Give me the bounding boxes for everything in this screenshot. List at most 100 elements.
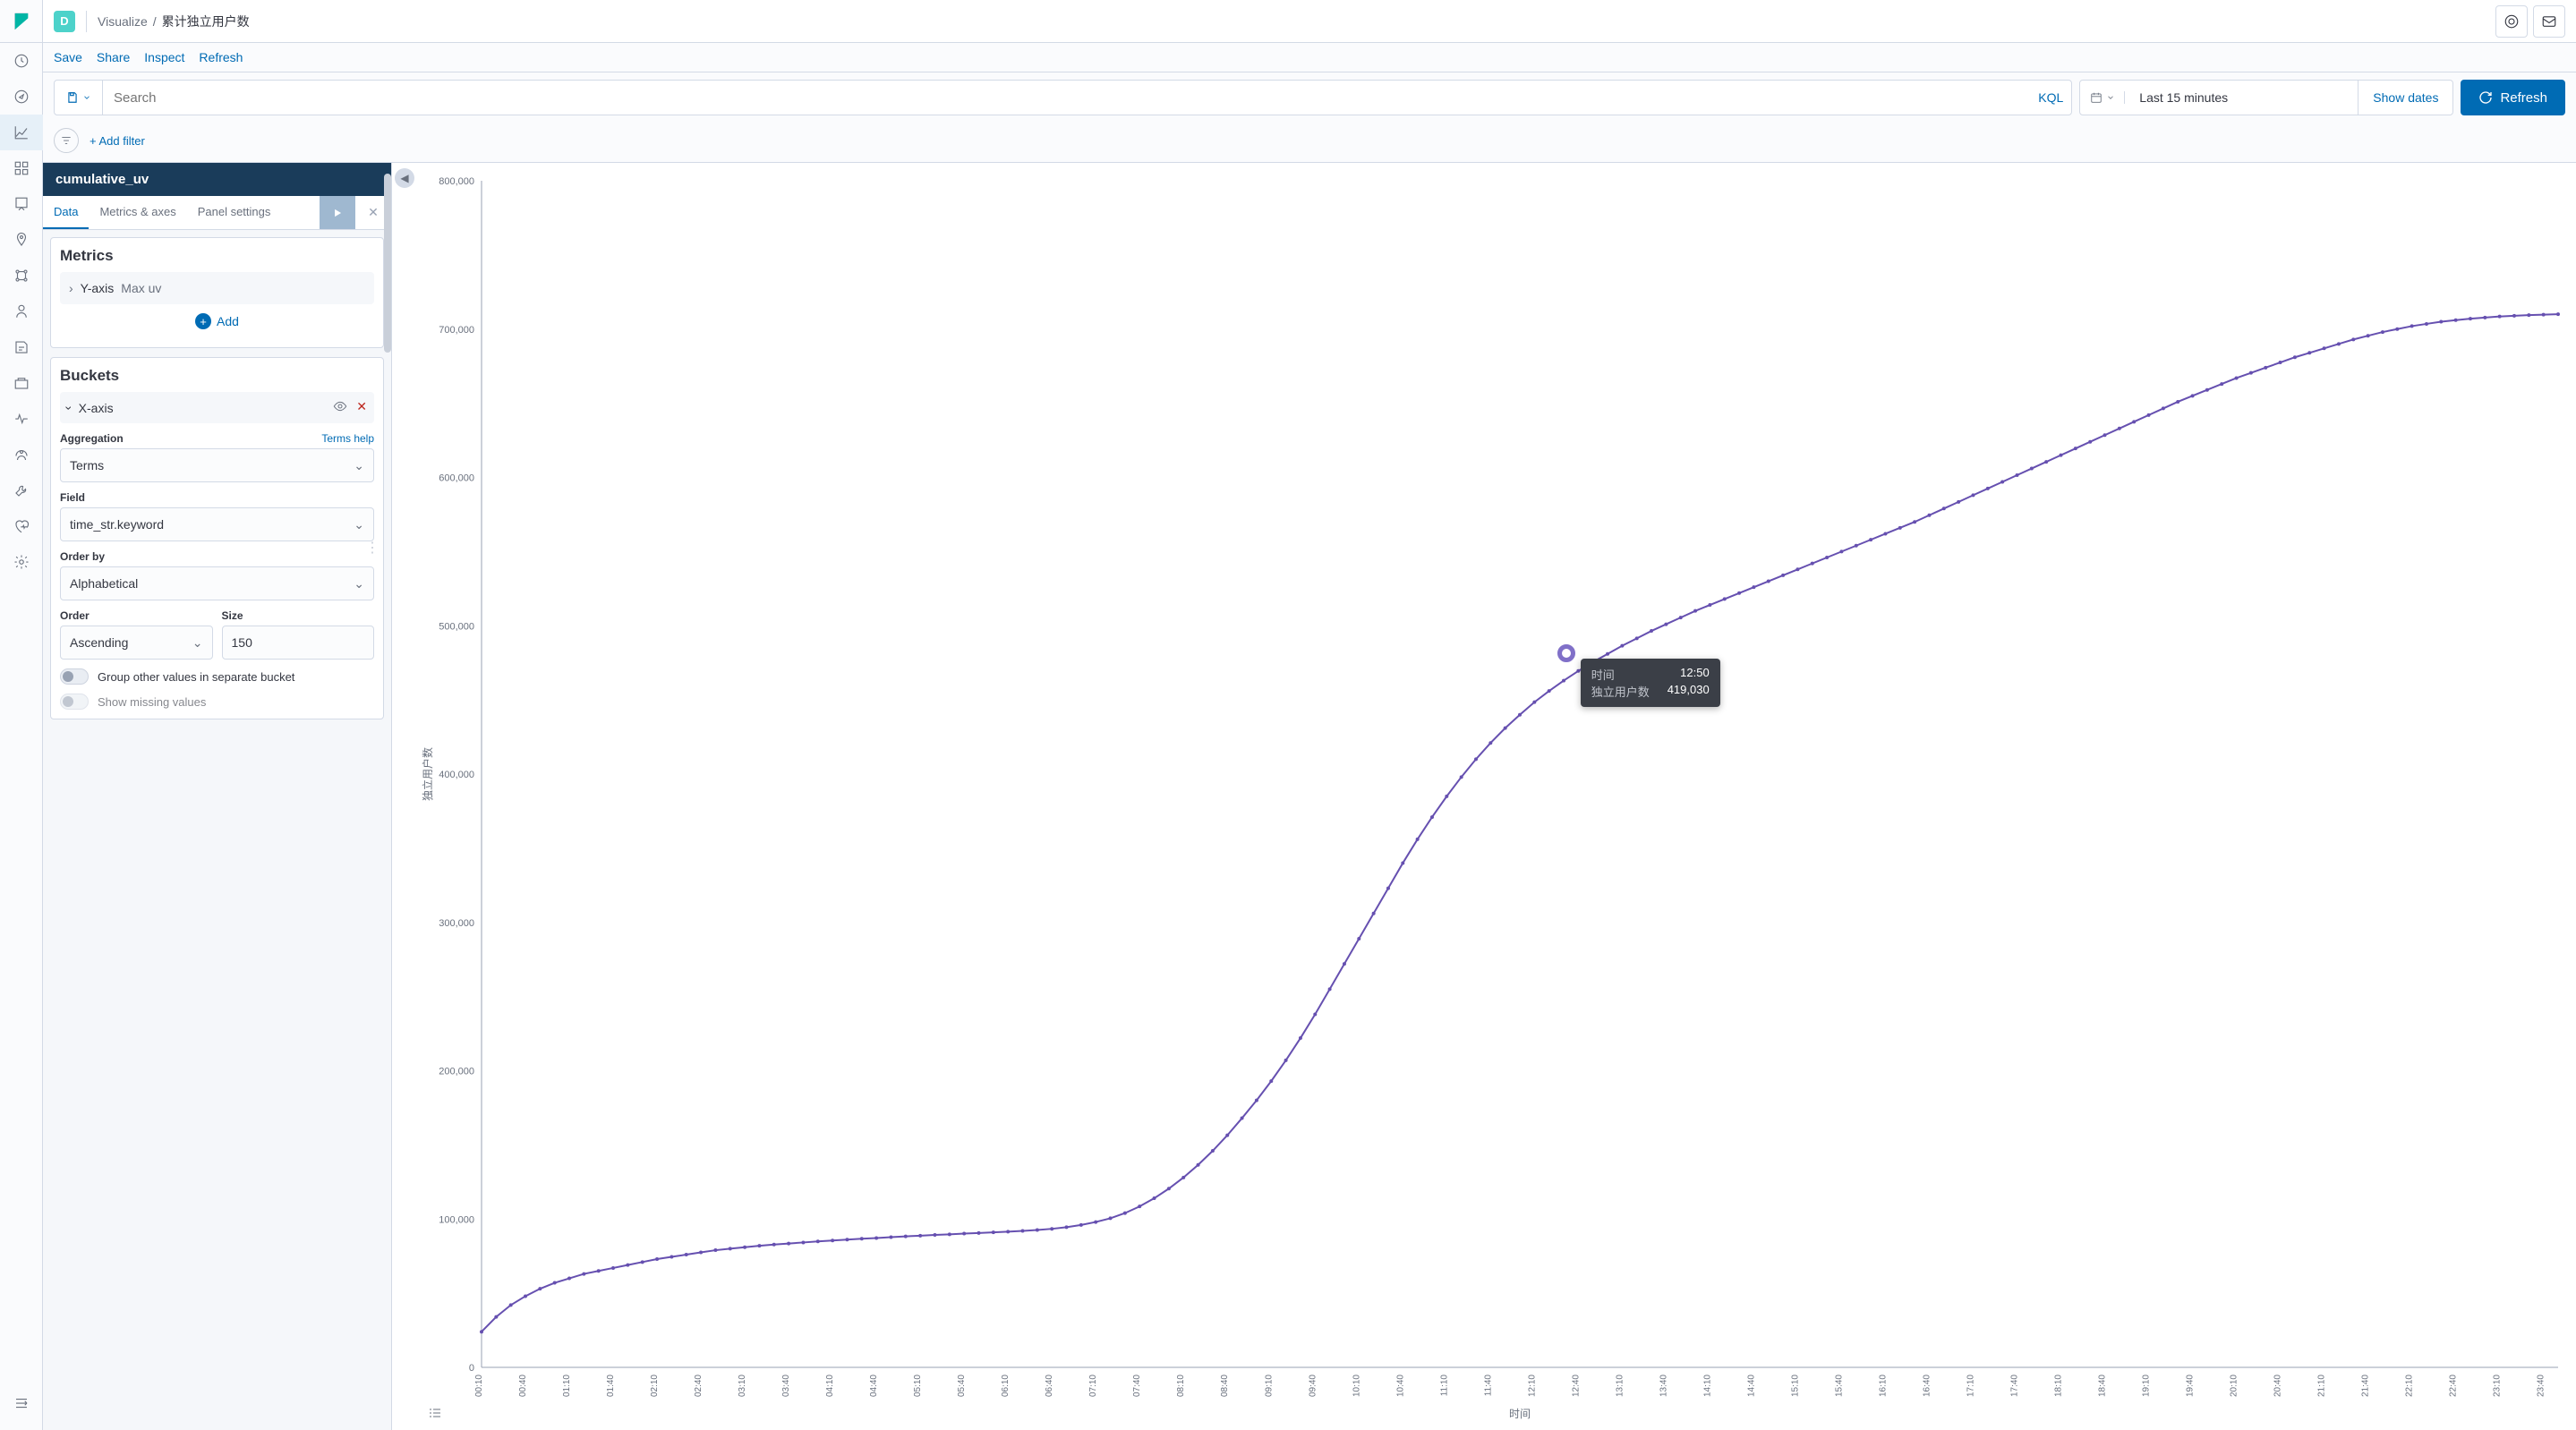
filter-options-icon[interactable] xyxy=(54,128,79,153)
svg-text:00:40: 00:40 xyxy=(518,1375,528,1397)
svg-text:09:40: 09:40 xyxy=(1308,1375,1318,1397)
kibana-logo[interactable] xyxy=(0,0,43,43)
breadcrumb: Visualize / 累计独立用户数 xyxy=(98,13,250,30)
tab-data[interactable]: Data xyxy=(43,196,89,229)
nav-recent-icon[interactable] xyxy=(0,43,43,79)
metrics-title: Metrics xyxy=(60,247,374,265)
delete-bucket-icon[interactable]: ✕ xyxy=(356,399,367,416)
nav-discover-icon[interactable] xyxy=(0,79,43,115)
svg-text:13:40: 13:40 xyxy=(1659,1375,1668,1397)
space-badge[interactable]: D xyxy=(54,11,75,32)
svg-text:独立用户数: 独立用户数 xyxy=(421,747,434,801)
svg-text:15:10: 15:10 xyxy=(1790,1375,1800,1397)
chart-tooltip: 时间12:50 独立用户数419,030 xyxy=(1581,659,1720,707)
nav-siem-icon[interactable] xyxy=(0,437,43,472)
nav-canvas-icon[interactable] xyxy=(0,186,43,222)
kql-toggle[interactable]: KQL xyxy=(2030,81,2071,115)
nav-metrics-icon[interactable] xyxy=(0,294,43,329)
breadcrumb-current: 累计独立用户数 xyxy=(162,13,250,30)
inspect-link[interactable]: Inspect xyxy=(144,50,184,64)
svg-text:600,000: 600,000 xyxy=(439,473,474,484)
nav-devtools-icon[interactable] xyxy=(0,472,43,508)
legend-toggle-icon[interactable] xyxy=(428,1406,442,1423)
date-range-label[interactable]: Last 15 minutes xyxy=(2125,90,2358,105)
svg-text:06:40: 06:40 xyxy=(1045,1375,1054,1397)
nav-logs-icon[interactable] xyxy=(0,329,43,365)
share-link[interactable]: Share xyxy=(97,50,130,64)
svg-text:21:10: 21:10 xyxy=(2317,1375,2327,1397)
nav-monitoring-icon[interactable] xyxy=(0,508,43,544)
side-nav xyxy=(0,0,43,1430)
svg-text:19:40: 19:40 xyxy=(2186,1375,2196,1397)
terms-help-link[interactable]: Terms help xyxy=(321,432,374,445)
action-bar: Save Share Inspect Refresh xyxy=(43,43,2576,72)
date-quick-button[interactable] xyxy=(2080,91,2125,104)
field-select[interactable]: time_str.keyword⌄ xyxy=(60,507,374,541)
search-input[interactable] xyxy=(103,81,2030,115)
svg-text:300,000: 300,000 xyxy=(439,918,474,929)
buckets-title: Buckets xyxy=(60,367,374,385)
svg-text:03:40: 03:40 xyxy=(781,1375,791,1397)
newsfeed-icon[interactable] xyxy=(2533,5,2565,38)
drag-handle-icon[interactable]: ⋮ xyxy=(365,539,380,557)
save-link[interactable]: Save xyxy=(54,50,82,64)
svg-text:22:40: 22:40 xyxy=(2449,1375,2459,1397)
size-input[interactable]: 150 xyxy=(222,626,375,660)
toggle-visibility-icon[interactable] xyxy=(333,399,347,416)
svg-text:14:40: 14:40 xyxy=(1746,1375,1756,1397)
order-select[interactable]: Ascending⌄ xyxy=(60,626,213,660)
saved-query-button[interactable] xyxy=(55,81,103,115)
svg-text:05:40: 05:40 xyxy=(957,1375,967,1397)
top-bar: D Visualize / 累计独立用户数 xyxy=(43,0,2576,43)
refresh-button[interactable]: Refresh xyxy=(2461,80,2565,115)
show-missing-toggle[interactable] xyxy=(60,694,89,710)
nav-dashboard-icon[interactable] xyxy=(0,150,43,186)
apply-changes-button[interactable] xyxy=(320,196,355,229)
svg-text:800,000: 800,000 xyxy=(439,176,474,187)
query-bar: KQL xyxy=(54,80,2072,115)
buckets-panel: ⋮ Buckets › X-axis ✕ AggregationTerms he… xyxy=(50,357,384,719)
refresh-link[interactable]: Refresh xyxy=(199,50,243,64)
svg-text:19:10: 19:10 xyxy=(2142,1375,2152,1397)
svg-text:10:40: 10:40 xyxy=(1395,1375,1405,1397)
svg-text:12:40: 12:40 xyxy=(1571,1375,1581,1397)
tab-metrics-axes[interactable]: Metrics & axes xyxy=(89,196,186,229)
editor-panel: ◀ cumulative_uv Data Metrics & axes Pane… xyxy=(43,163,392,1430)
line-chart[interactable]: 0100,000200,000300,000400,000500,000600,… xyxy=(419,172,2567,1421)
breadcrumb-section[interactable]: Visualize xyxy=(98,14,148,29)
svg-text:18:10: 18:10 xyxy=(2054,1375,2064,1397)
nav-visualize-icon[interactable] xyxy=(0,115,43,150)
nav-management-icon[interactable] xyxy=(0,544,43,580)
show-dates-button[interactable]: Show dates xyxy=(2358,81,2452,115)
svg-text:200,000: 200,000 xyxy=(439,1067,474,1077)
nav-maps-icon[interactable] xyxy=(0,222,43,258)
svg-text:23:10: 23:10 xyxy=(2493,1375,2503,1397)
svg-text:07:40: 07:40 xyxy=(1132,1375,1142,1397)
svg-text:00:10: 00:10 xyxy=(474,1375,484,1397)
svg-text:14:10: 14:10 xyxy=(1702,1375,1712,1397)
xaxis-bucket-row[interactable]: › X-axis ✕ xyxy=(60,392,374,423)
aggregation-select[interactable]: Terms⌄ xyxy=(60,448,374,482)
tab-panel-settings[interactable]: Panel settings xyxy=(187,196,282,229)
svg-text:18:40: 18:40 xyxy=(2098,1375,2108,1397)
add-filter-button[interactable]: + Add filter xyxy=(90,134,145,148)
nav-apm-icon[interactable] xyxy=(0,365,43,401)
nav-expand-icon[interactable] xyxy=(0,1385,43,1421)
svg-text:20:10: 20:10 xyxy=(2230,1375,2239,1397)
chart-area: 0100,000200,000300,000400,000500,000600,… xyxy=(392,163,2576,1430)
svg-text:13:10: 13:10 xyxy=(1615,1375,1625,1397)
group-other-toggle[interactable] xyxy=(60,668,89,685)
svg-text:22:10: 22:10 xyxy=(2405,1375,2415,1397)
svg-text:11:40: 11:40 xyxy=(1483,1375,1493,1397)
svg-text:16:40: 16:40 xyxy=(1922,1375,1932,1397)
svg-text:100,000: 100,000 xyxy=(439,1214,474,1225)
help-icon[interactable] xyxy=(2495,5,2528,38)
chart-highlight-point xyxy=(1557,644,1575,662)
orderby-select[interactable]: Alphabetical⌄ xyxy=(60,566,374,600)
nav-ml-icon[interactable] xyxy=(0,258,43,294)
nav-uptime-icon[interactable] xyxy=(0,401,43,437)
editor-scrollbar[interactable] xyxy=(384,174,391,353)
add-metric-button[interactable]: + Add xyxy=(60,304,374,338)
svg-text:01:10: 01:10 xyxy=(562,1375,572,1397)
yaxis-agg-row[interactable]: › Y-axis Max uv xyxy=(60,272,374,304)
